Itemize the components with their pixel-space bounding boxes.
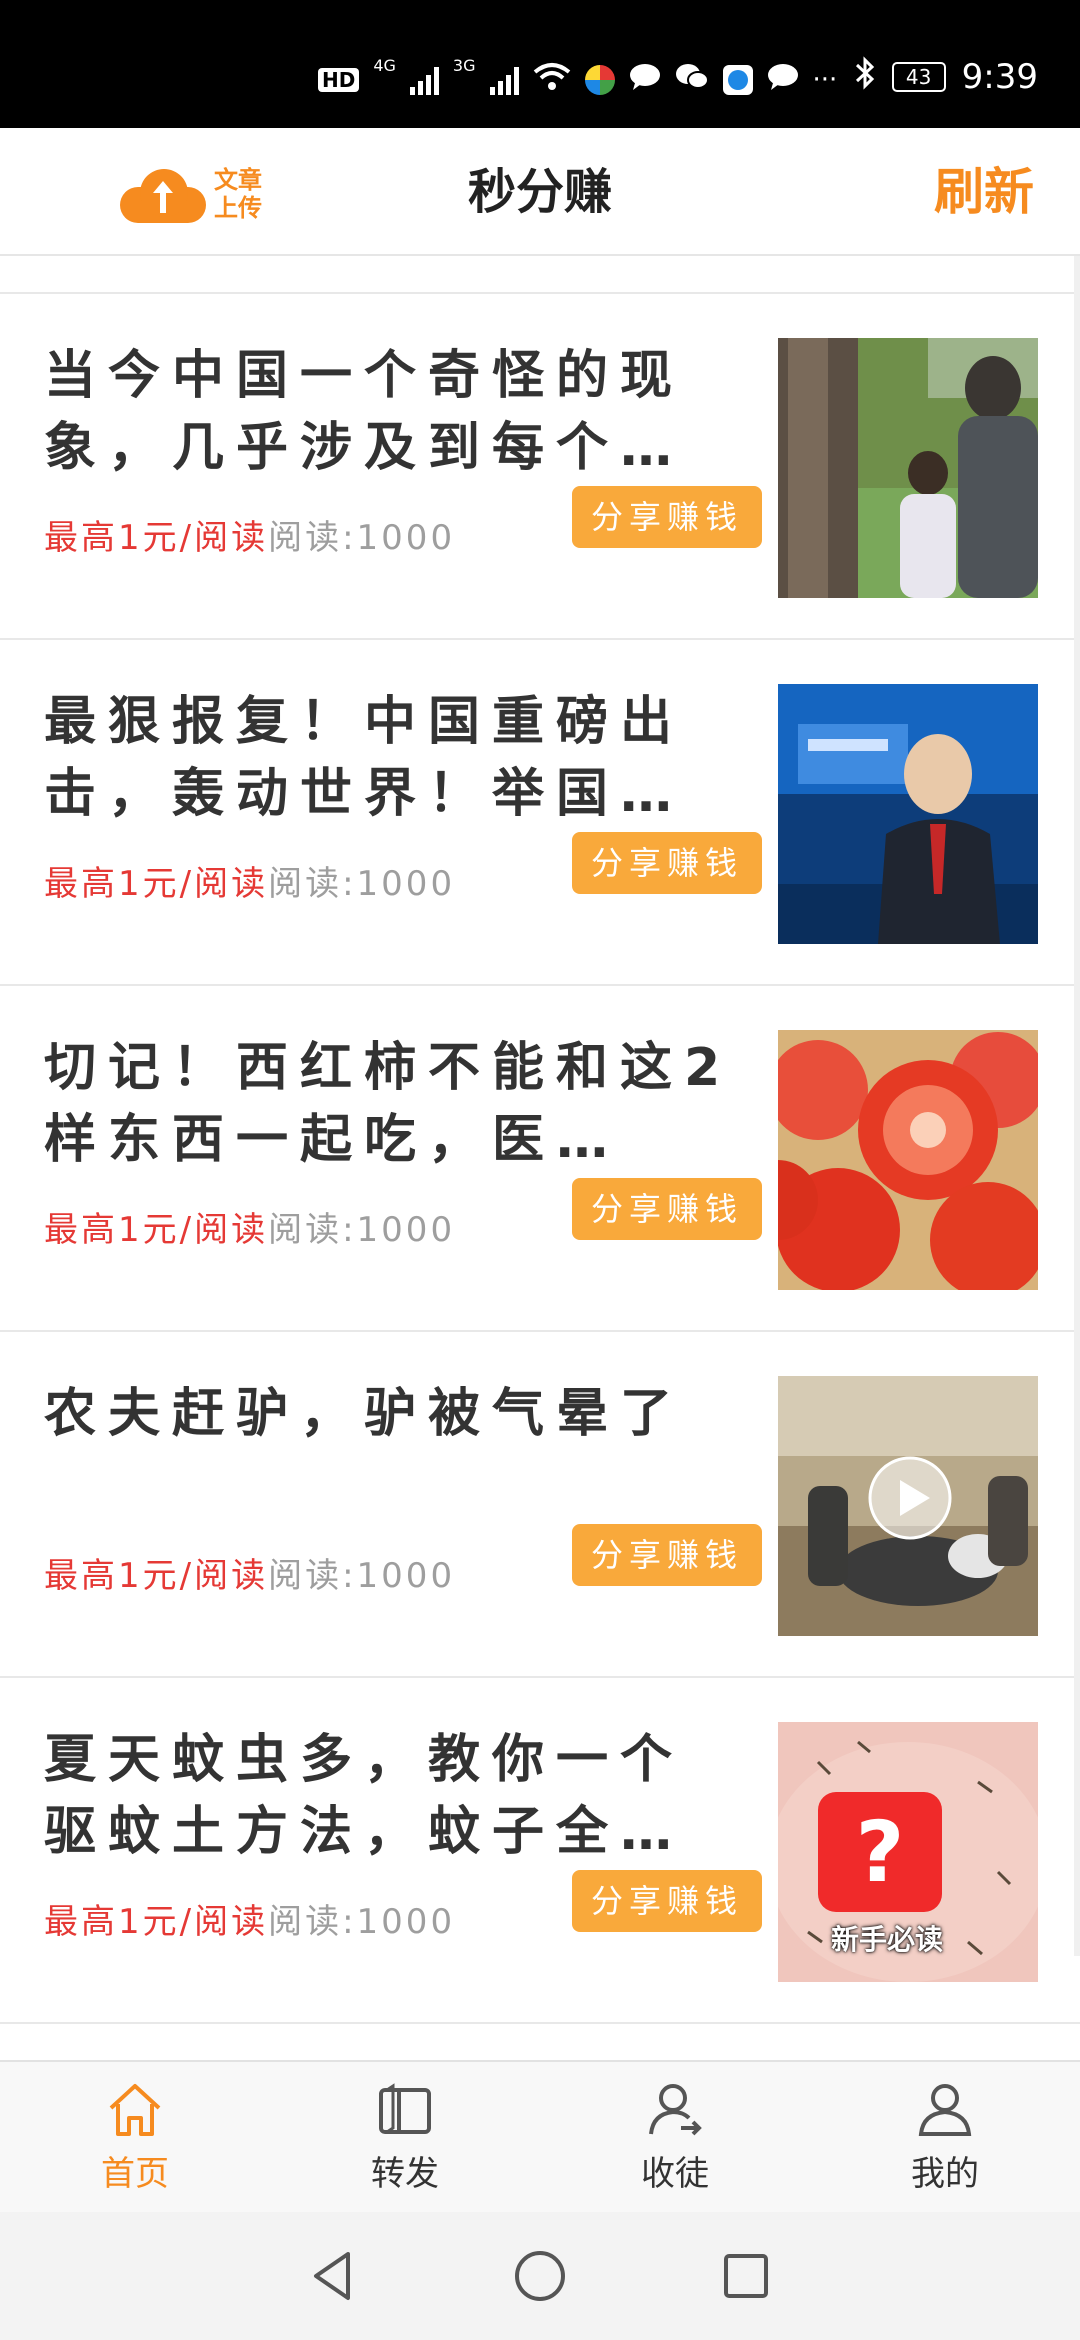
read-count: 阅读:1000 <box>268 518 456 558</box>
video-play-icon[interactable] <box>868 1456 952 1540</box>
signal-icon <box>409 65 439 95</box>
list-item[interactable]: 夏天蚊虫多，教你一个驱蚊土方法，蚊子全部全… 最高1元/阅读阅读:1000 分享… <box>0 1678 1080 2024</box>
message-icon-2 <box>767 63 799 97</box>
article-meta: 最高1元/阅读阅读:1000 <box>44 1202 455 1251</box>
article-upload-button[interactable]: 文章 上传 <box>120 154 280 234</box>
refresh-button[interactable]: 刷新 <box>934 128 1034 256</box>
article-meta: 最高1元/阅读阅读:1000 <box>44 1894 455 1943</box>
reward-rate: 最高1元/阅读 <box>44 1210 269 1250</box>
wifi-icon <box>533 62 571 98</box>
tab-forward-label: 转发 <box>371 2153 439 2194</box>
share-earn-button[interactable]: 分享赚钱 <box>572 1870 762 1932</box>
wechat-icon <box>675 62 709 98</box>
tab-home[interactable]: 首页 <box>0 2062 270 2212</box>
list-item[interactable]: 切记！西红柿不能和这2样东西一起吃，医生：… 最高1元/阅读阅读:1000 分享… <box>0 986 1080 1332</box>
user-icon <box>918 2083 972 2136</box>
status-bar: HD 4G 3G ··· 43 9:39 <box>0 0 1080 128</box>
article-feed[interactable]: 当今中国一个奇怪的现象，几乎涉及到每个家… 最高1元/阅读阅读:1000 分享赚… <box>0 256 1080 2060</box>
article-title[interactable]: 当今中国一个奇怪的现象，几乎涉及到每个家… <box>44 340 734 484</box>
video-thumbnail[interactable] <box>778 1376 1038 1636</box>
back-icon[interactable] <box>306 2248 362 2304</box>
article-title[interactable]: 农夫赶驴，驴被气晕了 <box>44 1378 734 1450</box>
newbie-help-icon[interactable]: ? <box>818 1792 942 1912</box>
tab-mine-label: 我的 <box>911 2153 979 2194</box>
tomatoes-photo-icon[interactable] <box>778 1030 1038 1290</box>
article-meta: 最高1元/阅读阅读:1000 <box>44 1548 455 1597</box>
reward-rate: 最高1元/阅读 <box>44 1556 269 1596</box>
browser-icon <box>722 65 753 95</box>
upload-label-line1: 文章 <box>214 166 262 194</box>
feed-top-divider <box>0 256 1080 294</box>
tab-recruit-label: 收徒 <box>641 2153 709 2194</box>
home-circle-icon[interactable] <box>512 2248 568 2304</box>
battery-icon: 43 <box>891 62 946 92</box>
upload-label-line2: 上传 <box>214 194 262 222</box>
system-navigation-bar <box>0 2212 1080 2340</box>
article-meta: 最高1元/阅读阅读:1000 <box>44 510 455 559</box>
clock: 9:39 <box>961 57 1038 97</box>
newbie-help-label: 新手必读 <box>830 1923 943 1956</box>
reward-rate: 最高1元/阅读 <box>44 518 269 558</box>
article-title[interactable]: 夏天蚊虫多，教你一个驱蚊土方法，蚊子全部全… <box>44 1724 734 1868</box>
hd-icon: HD <box>318 68 360 92</box>
scrollbar[interactable] <box>1074 256 1080 1956</box>
cloud-upload-icon <box>120 165 206 223</box>
book-icon <box>379 2082 431 2134</box>
read-count: 阅读:1000 <box>268 1556 456 1596</box>
list-item[interactable]: 最狠报复！中国重磅出击，轰动世界！举国沸… 最高1元/阅读阅读:1000 分享赚… <box>0 640 1080 986</box>
bluetooth-icon <box>854 55 876 100</box>
tab-home-label: 首页 <box>101 2153 169 2194</box>
message-icon <box>629 63 661 97</box>
park-family-photo-icon[interactable] <box>778 338 1038 598</box>
mosquito-hand-photo[interactable]: ? 新手必读 <box>778 1722 1038 1982</box>
signal-icon-2 <box>489 65 519 95</box>
reward-rate: 最高1元/阅读 <box>44 864 269 904</box>
app-notification-icon <box>584 65 615 95</box>
reward-rate: 最高1元/阅读 <box>44 1902 269 1942</box>
app-header: 文章 上传 秒分赚 刷新 <box>0 128 1080 256</box>
read-count: 阅读:1000 <box>268 864 456 904</box>
read-count: 阅读:1000 <box>268 1210 456 1250</box>
upload-label: 文章 上传 <box>214 166 262 222</box>
tab-mine[interactable]: 我的 <box>810 2062 1080 2212</box>
share-earn-button[interactable]: 分享赚钱 <box>572 1524 762 1586</box>
tab-forward[interactable]: 转发 <box>270 2062 540 2212</box>
share-earn-button[interactable]: 分享赚钱 <box>572 1178 762 1240</box>
article-meta: 最高1元/阅读阅读:1000 <box>44 856 455 905</box>
status-right: 43 9:39 <box>854 52 1038 102</box>
article-title[interactable]: 切记！西红柿不能和这2样东西一起吃，医生：… <box>44 1032 734 1176</box>
more-icon: ··· <box>812 65 838 95</box>
article-title[interactable]: 最狠报复！中国重磅出击，轰动世界！举国沸… <box>44 686 734 830</box>
network-3g-label: 3G <box>452 56 476 75</box>
bottom-nav: 首页 转发 收徒 我的 <box>0 2060 1080 2212</box>
share-earn-button[interactable]: 分享赚钱 <box>572 832 762 894</box>
tab-recruit[interactable]: 收徒 <box>540 2062 810 2212</box>
list-item[interactable]: 当今中国一个奇怪的现象，几乎涉及到每个家… 最高1元/阅读阅读:1000 分享赚… <box>0 294 1080 640</box>
home-icon <box>109 2083 161 2136</box>
recents-icon[interactable] <box>718 2248 774 2304</box>
share-earn-button[interactable]: 分享赚钱 <box>572 486 762 548</box>
list-item[interactable]: 农夫赶驴，驴被气晕了 最高1元/阅读阅读:1000 分享赚钱 <box>0 1332 1080 1678</box>
status-icons: HD 4G 3G ··· <box>318 56 837 104</box>
user-share-icon <box>649 2083 702 2135</box>
news-anchor-photo-icon[interactable] <box>778 684 1038 944</box>
network-4g-label: 4G <box>373 56 396 75</box>
read-count: 阅读:1000 <box>268 1902 456 1942</box>
